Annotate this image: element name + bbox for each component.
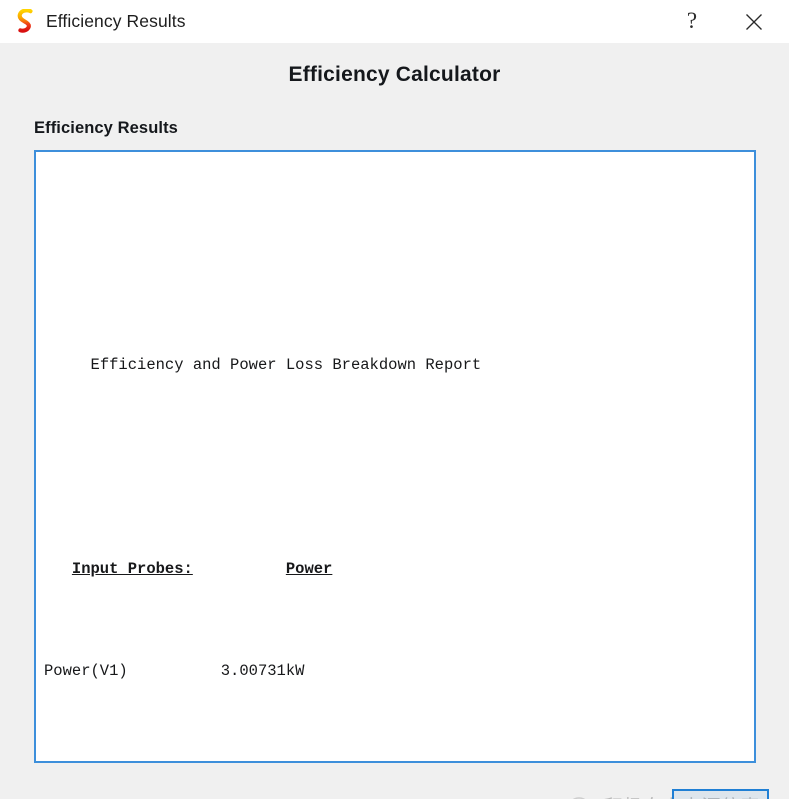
- window-title-text: Efficiency Results: [46, 11, 186, 31]
- window-title-bar: Efficiency Results ?: [0, 0, 789, 43]
- input-probes-header: Input Probes:: [71, 559, 193, 578]
- window-body: Efficiency Calculator Efficiency Results…: [0, 43, 789, 799]
- report-spacer: [44, 761, 481, 787]
- input-probe-value: 3.00731kW: [220, 661, 305, 680]
- report-title: Efficiency and Power Loss Breakdown Repo…: [90, 355, 482, 374]
- close-icon: [746, 13, 762, 30]
- input-section-header-line: Input Probes: Power: [44, 557, 481, 583]
- input-probe-label: Power(V1): [44, 661, 128, 680]
- report-title-line: Efficiency and Power Loss Breakdown Repo…: [44, 353, 482, 379]
- page-title: Efficiency Calculator: [288, 63, 501, 86]
- help-button[interactable]: ?: [669, 0, 715, 43]
- section-label-efficiency-results: Efficiency Results: [34, 119, 178, 137]
- window-controls: ?: [669, 0, 789, 43]
- watermark-focus-box: [672, 789, 769, 799]
- report-spacer: [44, 455, 481, 481]
- efficiency-results-window: Efficiency Results ? Efficiency Calculat…: [0, 0, 789, 799]
- report-spacer: [44, 251, 481, 277]
- close-button[interactable]: [731, 0, 777, 43]
- efficiency-report-panel[interactable]: Efficiency and Power Loss Breakdown Repo…: [34, 150, 756, 763]
- simetrix-s-logo-icon: [17, 8, 33, 33]
- input-probe-row: Power(V1) 3.00731kW: [44, 659, 481, 685]
- report-text-content: Efficiency and Power Loss Breakdown Repo…: [44, 174, 481, 799]
- watermark: 积极向上电源仿真: [560, 787, 775, 799]
- input-power-column-header: Power: [285, 559, 333, 578]
